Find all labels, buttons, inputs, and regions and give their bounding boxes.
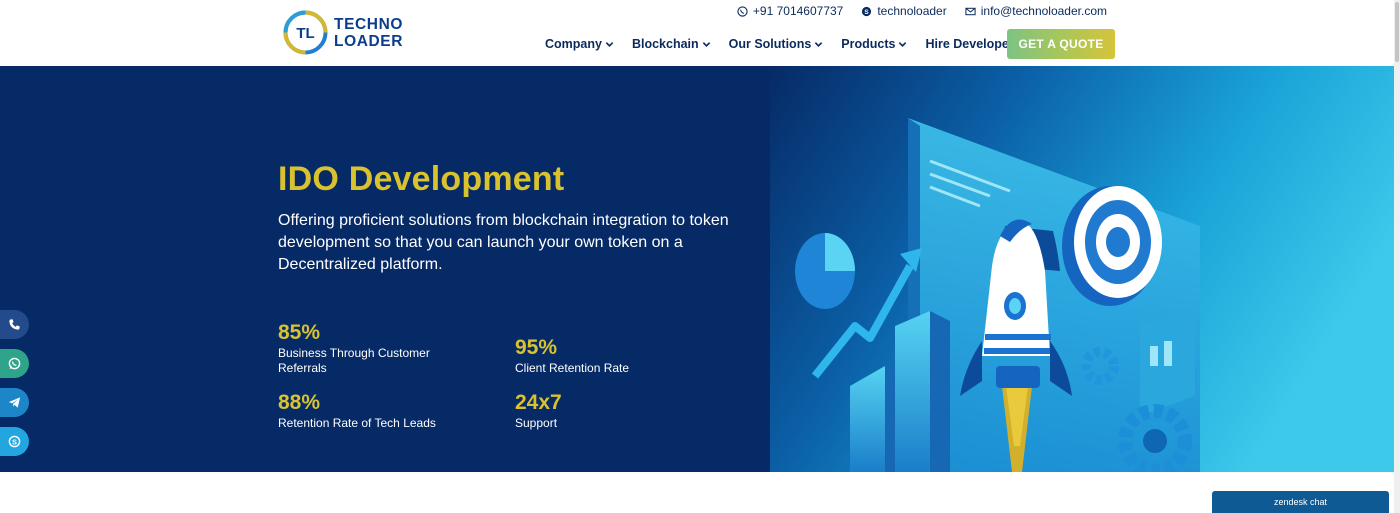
stat-value: 24x7: [515, 391, 562, 414]
skype-icon: S: [8, 435, 21, 448]
contact-phone-text: +91 7014607737: [752, 4, 844, 18]
stat-label: Client Retention Rate: [515, 361, 630, 375]
nav-company[interactable]: Company: [545, 37, 614, 51]
nav-company-label: Company: [545, 37, 602, 51]
whatsapp-small-icon: [737, 5, 748, 17]
nav-products[interactable]: Products: [841, 37, 907, 51]
stat-label: Business Through Customer Referrals: [278, 346, 430, 375]
telegram-icon: [8, 397, 21, 408]
svg-text:S: S: [865, 8, 870, 15]
contact-bar: +91 7014607737 S technoloader info@techn…: [737, 4, 1107, 18]
stat-value: 88%: [278, 391, 321, 414]
hero-description: Offering proficient solutions from block…: [278, 212, 729, 273]
zendesk-chat-tab[interactable]: zendesk chat: [1212, 491, 1389, 513]
logo-line1: TECHNO: [334, 16, 404, 33]
nav-blockchain-label: Blockchain: [631, 37, 699, 51]
main-nav: Company Blockchain Our Solutions Product…: [545, 37, 1026, 51]
nav-blockchain[interactable]: Blockchain: [632, 37, 711, 51]
nav-our-solutions-label: Our Solutions: [728, 37, 812, 51]
contact-phone[interactable]: +91 7014607737: [737, 4, 843, 18]
contact-email[interactable]: info@technoloader.com: [965, 4, 1107, 18]
chevron-down-icon: [815, 41, 823, 47]
whatsapp-float-button[interactable]: [0, 349, 29, 378]
svg-text:S: S: [12, 437, 17, 446]
stat-label: Support: [515, 416, 558, 430]
rocket-launch-illustration: [770, 66, 1400, 472]
phone-float-button[interactable]: [0, 310, 29, 339]
logo-mark-icon: TL: [283, 10, 328, 55]
stat-value: 95%: [515, 336, 558, 359]
logo-wordmark: TECHNO LOADER: [334, 16, 403, 50]
brand-logo[interactable]: TL TECHNO LOADER: [283, 10, 403, 56]
hero-section: IDO Development Offering proficient solu…: [0, 66, 1400, 472]
site-header: TL TECHNO LOADER +91 7014607737 S techno…: [0, 0, 1400, 66]
nav-our-solutions[interactable]: Our Solutions: [729, 37, 824, 51]
page-scrollbar[interactable]: [1394, 0, 1400, 513]
stat-label: Retention Rate of Tech Leads: [278, 416, 436, 430]
chevron-down-icon: [899, 41, 907, 47]
logo-mark-text: TL: [296, 25, 314, 42]
stat-item: 95% Client Retention Rate: [515, 335, 715, 376]
nav-products-label: Products: [841, 37, 896, 51]
chevron-down-icon: [605, 41, 614, 47]
hero-title: IDO Development: [278, 160, 565, 198]
stat-item: 24x7 Support: [515, 390, 715, 431]
skype-float-button[interactable]: S: [0, 427, 29, 456]
whatsapp-icon: [8, 357, 21, 370]
stat-item: 85% Business Through Customer Referrals: [278, 320, 478, 376]
contact-email-text: info@technoloader.com: [980, 4, 1107, 18]
get-a-quote-button[interactable]: GET A QUOTE: [1007, 29, 1115, 59]
chevron-down-icon: [702, 41, 710, 47]
stat-item: 88% Retention Rate of Tech Leads: [278, 390, 478, 431]
phone-icon: [9, 319, 20, 330]
scrollbar-thumb[interactable]: [1395, 2, 1399, 62]
mail-icon: [965, 7, 976, 15]
stat-value: 85%: [278, 321, 321, 344]
skype-small-icon: S: [862, 6, 872, 16]
contact-skype-text: technoloader: [877, 4, 947, 18]
telegram-float-button[interactable]: [0, 388, 29, 417]
logo-line2: LOADER: [334, 33, 404, 50]
contact-skype[interactable]: S technoloader: [861, 4, 947, 18]
nav-hire-developer-label: Hire Developer: [925, 37, 1014, 51]
